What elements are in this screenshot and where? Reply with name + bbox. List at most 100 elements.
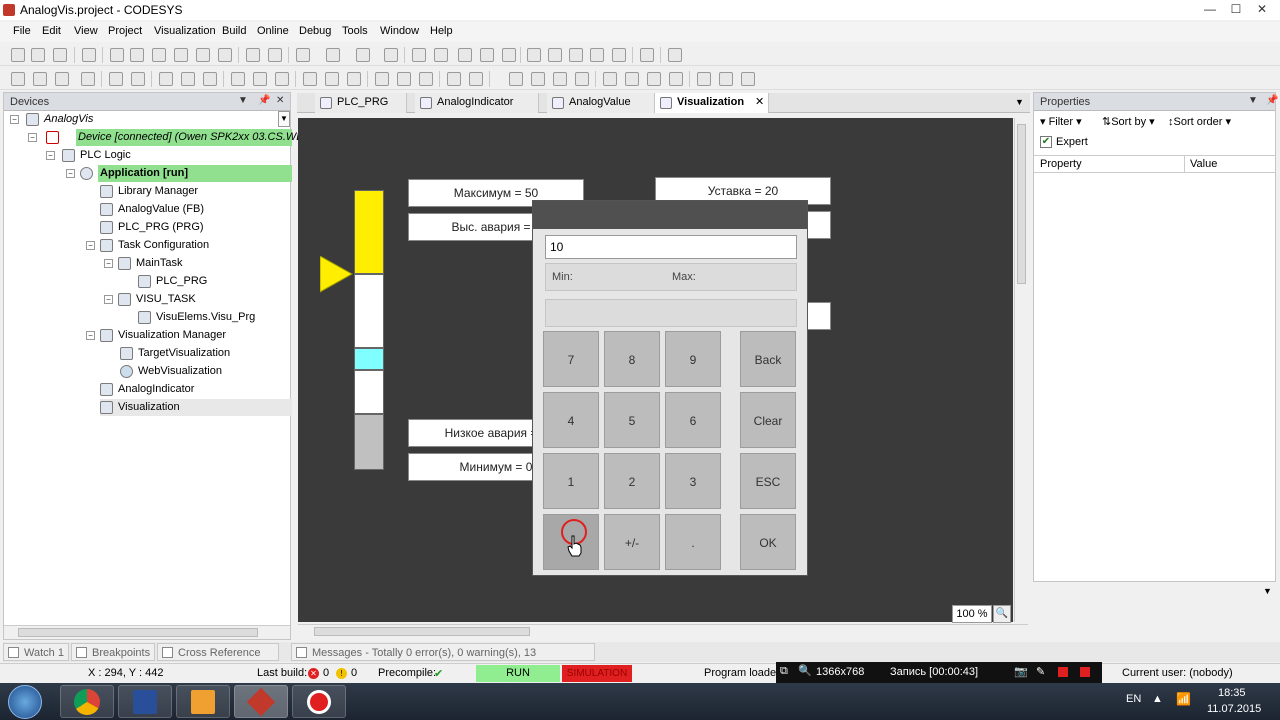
menu-window[interactable]: Window <box>380 25 419 37</box>
close-window-button[interactable]: ✕ <box>1248 0 1276 18</box>
stop-recording-icon[interactable] <box>1080 667 1090 677</box>
menu-help[interactable]: Help <box>430 25 453 37</box>
scrollbar-thumb[interactable] <box>1017 124 1026 284</box>
step-out-icon[interactable] <box>569 48 583 62</box>
logout-icon[interactable] <box>434 48 448 62</box>
close-panel-icon[interactable]: ✕ <box>276 95 284 106</box>
tab-cross-reference-list[interactable]: Cross Reference List <box>157 643 279 677</box>
keypad-header[interactable] <box>533 201 807 229</box>
redo-icon[interactable] <box>130 48 144 62</box>
space-horizontal-icon[interactable] <box>375 72 389 86</box>
layer-icon[interactable] <box>553 72 567 86</box>
key-plus-minus[interactable]: +/- <box>604 514 660 570</box>
key-6[interactable]: 6 <box>665 392 721 448</box>
key-7[interactable]: 7 <box>543 331 599 387</box>
tab-plc-prg[interactable]: PLC_PRG <box>315 93 407 113</box>
scrollbar-thumb[interactable] <box>314 627 530 636</box>
key-4[interactable]: 4 <box>543 392 599 448</box>
key-esc[interactable]: ESC <box>740 453 796 509</box>
canvas-horizontal-scrollbar[interactable] <box>298 624 1028 638</box>
tree-expander[interactable]: − <box>86 331 95 340</box>
key-back[interactable]: Back <box>740 331 796 387</box>
lock-icon[interactable] <box>575 72 589 86</box>
canvas-vertical-scrollbar[interactable] <box>1014 118 1028 622</box>
chrome-taskbar-button[interactable] <box>60 685 114 718</box>
element-list-icon[interactable] <box>625 72 639 86</box>
tree-item-visualization-manager[interactable]: Visualization Manager <box>100 327 226 344</box>
menu-edit[interactable]: Edit <box>42 25 61 37</box>
open-icon[interactable] <box>31 48 45 62</box>
grid-icon[interactable] <box>509 72 523 86</box>
login-icon[interactable] <box>412 48 426 62</box>
tree-item-visuelems[interactable]: VisuElems.Visu_Prg <box>138 309 255 326</box>
scrollbar-thumb[interactable] <box>18 628 258 637</box>
menu-file[interactable]: File <box>13 25 31 37</box>
property-column-header[interactable]: Property <box>1040 158 1082 170</box>
tree-item-targetvisualization[interactable]: TargetVisualization <box>120 345 230 362</box>
pin-icon[interactable]: 📌 <box>1266 95 1278 106</box>
copy-icon[interactable] <box>174 48 188 62</box>
language-indicator[interactable]: EN <box>1126 693 1141 705</box>
select-all-icon[interactable] <box>296 48 310 62</box>
align-middle-icon[interactable] <box>253 72 267 86</box>
tray-expand-icon[interactable]: ▲ <box>1152 693 1163 705</box>
start-icon[interactable] <box>458 48 472 62</box>
panel-dropdown-icon[interactable]: ▼ <box>1248 95 1258 106</box>
tree-item-plc-prg[interactable]: PLC_PRG (PRG) <box>100 219 204 236</box>
tab-messages[interactable]: Messages - Totally 0 error(s), 0 warning… <box>291 643 595 677</box>
properties-icon[interactable] <box>719 72 733 86</box>
menu-build[interactable]: Build <box>222 25 246 37</box>
interface-editor-icon[interactable] <box>647 72 661 86</box>
tab-watch-1[interactable]: Watch 1 <box>3 643 69 661</box>
frame-icon[interactable] <box>81 72 95 86</box>
replace-icon[interactable] <box>268 48 282 62</box>
align-center-icon[interactable] <box>181 72 195 86</box>
shopping-cart-icon[interactable] <box>668 48 682 62</box>
sort-by-button[interactable]: ⇅Sort by ▾ <box>1102 115 1155 128</box>
tree-expander[interactable]: − <box>86 241 95 250</box>
keypad-value-input[interactable]: 10 <box>545 235 797 259</box>
value-column-header[interactable]: Value <box>1190 158 1217 170</box>
same-height-icon[interactable] <box>325 72 339 86</box>
stop-icon[interactable] <box>480 48 494 62</box>
zoom-level[interactable]: 100 % <box>952 605 992 623</box>
tab-analogvalue[interactable]: AnalogValue <box>547 93 655 113</box>
tree-expander[interactable]: − <box>46 151 55 160</box>
tab-breakpoints[interactable]: Breakpoints <box>71 643 155 661</box>
devices-dropdown-button[interactable]: ▼ <box>278 111 290 127</box>
pause-icon[interactable] <box>1058 667 1068 677</box>
delete-icon[interactable] <box>218 48 232 62</box>
camera-icon[interactable]: 📷 <box>1014 665 1028 678</box>
recorder-taskbar-button[interactable] <box>292 685 346 718</box>
run-to-cursor-icon[interactable] <box>590 48 604 62</box>
center-vertical-icon[interactable] <box>469 72 483 86</box>
step-into-icon[interactable] <box>548 48 562 62</box>
tree-item-application[interactable]: Application [run] <box>80 165 292 182</box>
tree-expander[interactable]: − <box>66 169 75 178</box>
key-ok[interactable]: OK <box>740 514 796 570</box>
tab-analogindicator[interactable]: AnalogIndicator <box>415 93 539 113</box>
tree-item-device[interactable]: Device [connected] (Owen SPK2xx 03.CS.WE… <box>46 129 315 146</box>
image-pool-icon[interactable] <box>741 72 755 86</box>
key-2[interactable]: 2 <box>604 453 660 509</box>
same-width-icon[interactable] <box>303 72 317 86</box>
align-right-icon[interactable] <box>203 72 217 86</box>
export-icon[interactable] <box>356 48 370 62</box>
filter-button[interactable]: ▾ Filter ▾ <box>1040 115 1082 128</box>
ungroup-icon[interactable] <box>55 72 69 86</box>
send-back-icon[interactable] <box>131 72 145 86</box>
space-vertical-icon[interactable] <box>397 72 411 86</box>
step-over-icon[interactable] <box>527 48 541 62</box>
tree-expander[interactable]: − <box>104 259 113 268</box>
key-3[interactable]: 3 <box>665 453 721 509</box>
undo-icon[interactable] <box>110 48 124 62</box>
print-icon[interactable] <box>82 48 96 62</box>
paste-icon[interactable] <box>196 48 210 62</box>
recorder-zoom-icon[interactable]: 🔍 <box>798 664 812 677</box>
breakpoint-icon[interactable] <box>612 48 626 62</box>
add-object-icon[interactable] <box>326 48 340 62</box>
pencil-icon[interactable]: ✎ <box>1036 665 1045 678</box>
tree-item-webvisualization[interactable]: WebVisualization <box>120 363 222 380</box>
write-values-icon[interactable] <box>640 48 654 62</box>
new-icon[interactable] <box>11 48 25 62</box>
